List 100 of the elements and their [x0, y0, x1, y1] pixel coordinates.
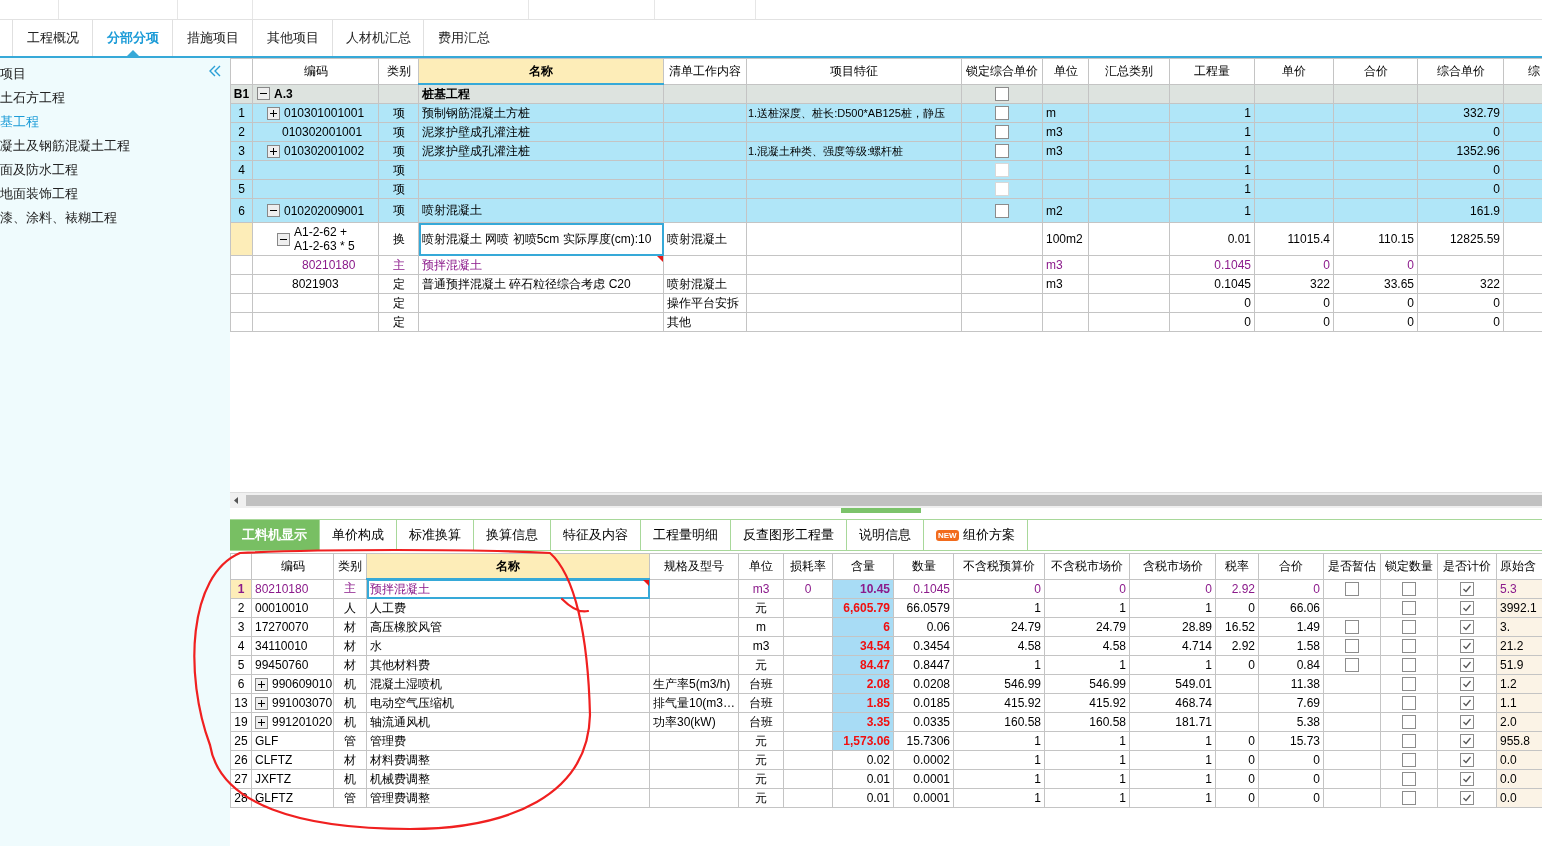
tree-toggle[interactable]	[255, 715, 268, 729]
sidebar-item[interactable]: 地面装饰工程	[0, 182, 230, 206]
column-header[interactable]: 项目特征	[746, 58, 962, 84]
table-cell: 材	[333, 617, 367, 637]
checkbox[interactable]	[1402, 734, 1416, 749]
column-header[interactable]: 类别	[378, 58, 419, 84]
column-header[interactable]: 综	[1503, 58, 1542, 84]
tree-toggle[interactable]	[277, 232, 290, 246]
sidebar-item[interactable]: 面及防水工程	[0, 158, 230, 182]
table-cell: 排气量10(m3…	[649, 693, 739, 713]
checkbox[interactable]	[1460, 791, 1474, 806]
table-cell: 功率30(kW)	[649, 712, 739, 732]
column-header[interactable]: 单位	[1042, 58, 1089, 84]
column-header[interactable]: 编码	[252, 58, 379, 84]
column-header[interactable]: 规格及型号	[649, 553, 739, 579]
column-header[interactable]: 锁定综合单价	[961, 58, 1043, 84]
column-header[interactable]: 单位	[738, 553, 784, 579]
code-text: 010202009001	[284, 203, 365, 218]
column-header[interactable]: 含量	[832, 553, 894, 579]
column-header[interactable]: 锁定数量	[1380, 553, 1438, 579]
column-header[interactable]: 单价	[1254, 58, 1334, 84]
column-header[interactable]: 是否计价	[1437, 553, 1497, 579]
column-header[interactable]: 清单工作内容	[663, 58, 747, 84]
checkbox[interactable]	[1460, 620, 1474, 635]
checkbox[interactable]	[995, 144, 1009, 159]
checkbox[interactable]	[1460, 734, 1474, 749]
checkbox[interactable]	[1460, 582, 1474, 597]
column-header[interactable]: 合价	[1333, 58, 1418, 84]
collapse-icon[interactable]	[208, 64, 222, 78]
checkbox[interactable]	[1402, 715, 1416, 730]
column-header[interactable]: 编码	[251, 553, 334, 579]
checkbox[interactable]	[995, 125, 1009, 140]
checkbox[interactable]	[1460, 677, 1474, 692]
column-header[interactable]: 汇总类别	[1088, 58, 1170, 84]
scroll-thumb[interactable]	[246, 495, 1542, 506]
checkbox[interactable]	[1402, 620, 1416, 635]
table-cell: 机	[333, 712, 367, 732]
splitter-handle[interactable]	[841, 508, 921, 513]
checkbox[interactable]	[1460, 753, 1474, 768]
checkbox[interactable]	[1402, 601, 1416, 616]
column-header[interactable]: 原始含	[1496, 553, 1542, 579]
table-cell: 0	[783, 579, 833, 599]
table-cell: 0	[1215, 598, 1259, 618]
checkbox[interactable]	[1460, 601, 1474, 616]
checkbox[interactable]	[1402, 772, 1416, 787]
checkbox[interactable]	[995, 106, 1009, 121]
checkbox[interactable]	[1460, 696, 1474, 711]
tree-toggle[interactable]	[255, 696, 268, 710]
table-cell: 1	[1044, 598, 1130, 618]
column-header[interactable]: 损耗率	[783, 553, 833, 579]
tree-toggle[interactable]	[257, 87, 270, 101]
checkbox[interactable]	[1345, 620, 1359, 635]
table-cell: 0	[1258, 769, 1324, 789]
sidebar-item[interactable]: 凝土及钢筋混凝土工程	[0, 134, 230, 158]
column-header[interactable]: 合价	[1258, 553, 1324, 579]
tree-toggle[interactable]	[255, 677, 268, 691]
table-cell: 元	[738, 655, 784, 675]
sidebar-item[interactable]: 漆、涂料、裱糊工程	[0, 206, 230, 230]
horizontal-scrollbar[interactable]	[230, 492, 1542, 508]
table-cell	[1215, 693, 1259, 713]
checkbox[interactable]	[995, 87, 1009, 102]
tree-toggle[interactable]	[267, 106, 280, 120]
checkbox[interactable]	[1402, 582, 1416, 597]
checkbox[interactable]	[1402, 696, 1416, 711]
checkbox[interactable]	[1460, 715, 1474, 730]
column-header[interactable]: 名称	[366, 553, 650, 579]
column-header[interactable]: 名称	[418, 58, 664, 84]
row-header: 6	[230, 198, 253, 223]
checkbox[interactable]	[1402, 677, 1416, 692]
checkbox[interactable]	[1402, 753, 1416, 768]
checkbox[interactable]	[995, 203, 1009, 218]
checkbox[interactable]	[1345, 658, 1359, 673]
column-header[interactable]: 含税市场价	[1129, 553, 1216, 579]
column-header[interactable]: 类别	[333, 553, 367, 579]
column-header[interactable]: 综合单价	[1417, 58, 1504, 84]
sidebar-item[interactable]: 项目	[0, 62, 230, 86]
column-header[interactable]: 税率	[1215, 553, 1259, 579]
code-text: A.3	[274, 86, 293, 101]
checkbox[interactable]	[1402, 791, 1416, 806]
column-header[interactable]: 数量	[893, 553, 954, 579]
tree-toggle[interactable]	[267, 144, 280, 158]
table-cell	[783, 617, 833, 637]
checkbox[interactable]	[1345, 582, 1359, 597]
column-header[interactable]: 是否暂估	[1323, 553, 1381, 579]
checkbox[interactable]	[1460, 772, 1474, 787]
column-header[interactable]: 不含税预算价	[953, 553, 1045, 579]
table-cell: 0	[1254, 255, 1334, 275]
tree-toggle[interactable]	[267, 204, 280, 217]
code-text: 17270070	[255, 620, 309, 634]
table-cell: 160.58	[953, 712, 1045, 732]
checkbox[interactable]	[1402, 639, 1416, 654]
table-cell: 机	[333, 693, 367, 713]
column-header[interactable]: 工程量	[1169, 58, 1255, 84]
table-cell: m3	[1042, 255, 1089, 275]
checkbox[interactable]	[1402, 658, 1416, 673]
checkbox[interactable]	[1460, 658, 1474, 673]
column-header[interactable]: 不含税市场价	[1044, 553, 1130, 579]
sidebar-item[interactable]: 土石方工程	[0, 86, 230, 110]
checkbox[interactable]	[1345, 639, 1359, 654]
checkbox[interactable]	[1460, 639, 1474, 654]
